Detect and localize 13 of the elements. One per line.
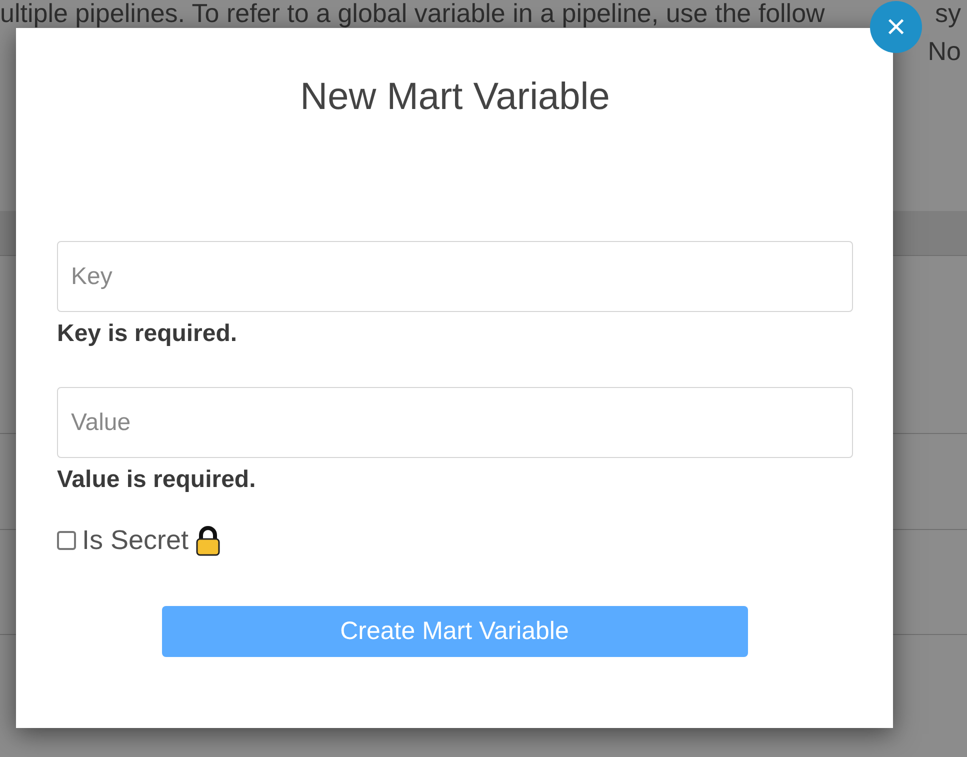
error-message: Value is required. (57, 466, 257, 494)
create-button[interactable]: Create Mart Variable (162, 606, 748, 657)
dialog-title: New Mart Variable (299, 76, 611, 119)
checkbox-label: Is Secret (82, 525, 189, 556)
text-field[interactable]: Key (57, 241, 853, 312)
close-button[interactable]: × (870, 1, 922, 53)
error-message: Key is required. (57, 320, 238, 348)
checkbox[interactable] (57, 531, 76, 550)
background-text: No (928, 36, 961, 68)
padlock-icon (194, 526, 221, 556)
background-text: sy (935, 0, 961, 30)
text-field[interactable]: Value (57, 387, 853, 458)
background-text: ultiple pipelines. To refer to a global variable in a pipeline, use the follow (0, 0, 825, 30)
